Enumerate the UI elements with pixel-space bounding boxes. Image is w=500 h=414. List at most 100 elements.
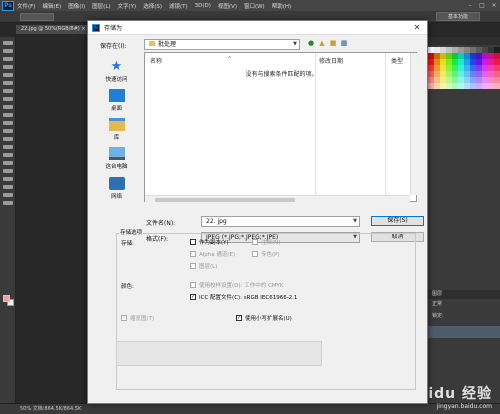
status-text: 50% 文档:864.5K/864.5K [20, 406, 82, 412]
save-in-value: 批处理 [158, 41, 177, 48]
place-library[interactable]: 库 [94, 118, 139, 141]
photoshop-logo: Ps [2, 0, 14, 11]
crop-tool-icon[interactable] [3, 73, 13, 77]
checkbox-checked-icon: ✓ [236, 315, 242, 321]
place-network[interactable]: 网络 [94, 177, 139, 200]
color-swatch[interactable] [494, 83, 500, 89]
eyedropper-tool-icon[interactable] [3, 81, 13, 85]
save-in-label: 保存在(I): [100, 43, 127, 50]
layers-panel-header[interactable]: 图层 [428, 290, 500, 299]
save-button[interactable]: 保存(S) [371, 216, 424, 226]
healing-tool-icon[interactable] [3, 89, 13, 93]
network-icon [108, 177, 125, 190]
menu-view[interactable]: 视图(V) [218, 2, 237, 10]
minimize-icon[interactable]: – [464, 2, 476, 9]
place-this-pc[interactable]: 这台电脑 [94, 147, 139, 170]
warning-area [116, 341, 322, 366]
checkbox-checked-icon: ✓ [121, 315, 127, 321]
view-menu-icon[interactable]: ▦ [340, 39, 348, 47]
menu-filter[interactable]: 滤镜(T) [169, 2, 188, 10]
filename-input[interactable]: 22. jpg ▼ [201, 216, 360, 227]
toolbox [0, 37, 16, 403]
layers-blend-mode[interactable]: 正常 [428, 300, 500, 309]
lowercase-extension-checkbox[interactable]: ✓ 使用小写扩展名(U) [236, 314, 292, 322]
use-proof-checkbox[interactable]: 使用校样设置(O): 工作中的 CMYK [190, 281, 284, 289]
layer-row[interactable] [428, 326, 500, 338]
dialog-close-icon[interactable]: ✕ [407, 21, 427, 35]
layers-lock: 锁定: [432, 313, 444, 319]
document-tab[interactable]: 22.jpg @ 50%(RGB/8#) × [16, 25, 91, 34]
tool-preset-field[interactable] [20, 13, 54, 21]
place-desktop[interactable]: 桌面 [94, 89, 139, 112]
hand-tool-icon[interactable] [3, 185, 13, 189]
checkbox-box [190, 282, 196, 288]
edit-toolbar-icon[interactable] [3, 201, 13, 205]
checkbox-label: 专色(P) [261, 252, 280, 258]
thumbnail-checkbox[interactable]: ✓ 缩览图(T) [121, 314, 154, 322]
place-quick-access[interactable]: ★ 快速访问 [94, 60, 139, 83]
foreground-color-swatch[interactable] [3, 295, 10, 302]
checkbox-label: 作为副本(Y) [199, 240, 229, 246]
eraser-tool-icon[interactable] [3, 121, 13, 125]
menu-image[interactable]: 图像(I) [68, 2, 85, 10]
column-name[interactable]: 名称 [150, 56, 162, 65]
close-icon[interactable]: × [488, 2, 500, 9]
lasso-tool-icon[interactable] [3, 57, 13, 61]
dialog-title: 存储为 [104, 25, 123, 32]
zoom-tool-icon[interactable] [3, 193, 13, 197]
ps-menubar: Ps 文件(F) 编辑(E) 图像(I) 图层(L) 文字(Y) 选择(S) 滤… [0, 0, 500, 11]
menu-window[interactable]: 窗口(W) [244, 2, 265, 10]
place-label: 库 [113, 135, 120, 141]
spot-colors-checkbox[interactable]: 专色(P) [252, 250, 280, 258]
brush-tool-icon[interactable] [3, 97, 13, 101]
swatches-panel-header [428, 37, 500, 45]
move-tool-icon[interactable] [3, 41, 13, 45]
alpha-channels-checkbox[interactable]: Alpha 通道(E) [190, 250, 235, 258]
nav-toolbar: ● ▲ ■ ▦ [307, 39, 348, 47]
up-folder-icon[interactable]: ▲ [318, 39, 326, 47]
stamp-tool-icon[interactable] [3, 105, 13, 109]
history-brush-tool-icon[interactable] [3, 113, 13, 117]
menu-help[interactable]: 帮助(H) [272, 2, 291, 10]
file-list[interactable]: 名称 ^ 修改日期 类型 没有与搜索条件匹配的项。 [144, 52, 418, 203]
place-label: 网络 [110, 194, 122, 200]
column-type[interactable]: 类型 [391, 56, 403, 65]
back-icon[interactable]: ● [307, 39, 315, 47]
checkbox-label: 注释(N) [261, 240, 281, 246]
gradient-tool-icon[interactable] [3, 129, 13, 133]
color-label: 颜色: [121, 284, 134, 290]
menu-type[interactable]: 文字(Y) [118, 2, 137, 10]
as-copy-checkbox[interactable]: 作为副本(Y) [190, 238, 229, 246]
column-date[interactable]: 修改日期 [319, 56, 343, 65]
shape-tool-icon[interactable] [3, 177, 13, 181]
annotations-checkbox[interactable]: 注释(N) [252, 238, 280, 246]
menu-layer[interactable]: 图层(L) [92, 2, 110, 10]
layers-checkbox[interactable]: 图层(L) [190, 262, 217, 270]
store-label: 存储: [121, 241, 134, 247]
icc-profile-checkbox[interactable]: ✓ ICC 配置文件(C): sRGB IEC61966-2.1 [190, 293, 297, 301]
swatches-grid[interactable] [428, 47, 500, 93]
menu-edit[interactable]: 编辑(E) [42, 2, 61, 10]
menu-file[interactable]: 文件(F) [17, 2, 35, 10]
type-tool-icon[interactable] [3, 161, 13, 165]
checkbox-label: 缩览图(T) [130, 316, 155, 322]
path-select-tool-icon[interactable] [3, 169, 13, 173]
menu-select[interactable]: 选择(S) [143, 2, 162, 10]
pen-tool-icon[interactable] [3, 153, 13, 157]
marquee-tool-icon[interactable] [3, 49, 13, 53]
scrollbar-thumb[interactable] [155, 198, 295, 202]
quick-select-tool-icon[interactable] [3, 65, 13, 69]
blur-tool-icon[interactable] [3, 137, 13, 141]
save-in-dropdown[interactable]: 批处理 ▼ [144, 39, 300, 50]
dodge-tool-icon[interactable] [3, 145, 13, 149]
vertical-scrollbar[interactable] [410, 53, 418, 195]
checkbox-label: 图层(L) [199, 264, 218, 270]
new-folder-icon[interactable]: ■ [329, 39, 337, 47]
horizontal-scrollbar[interactable] [145, 195, 410, 203]
workspace-switcher[interactable]: 基本功能 [436, 12, 480, 21]
menu-3d[interactable]: 3D(D) [195, 3, 211, 9]
checkbox-box [190, 239, 196, 245]
checkbox-box [252, 239, 258, 245]
maximize-icon[interactable]: □ [476, 2, 488, 9]
save-as-dialog: Ps 存储为 ✕ 保存在(I): 批处理 ▼ ● ▲ ■ ▦ ★ 快速访问 桌面… [87, 20, 428, 404]
